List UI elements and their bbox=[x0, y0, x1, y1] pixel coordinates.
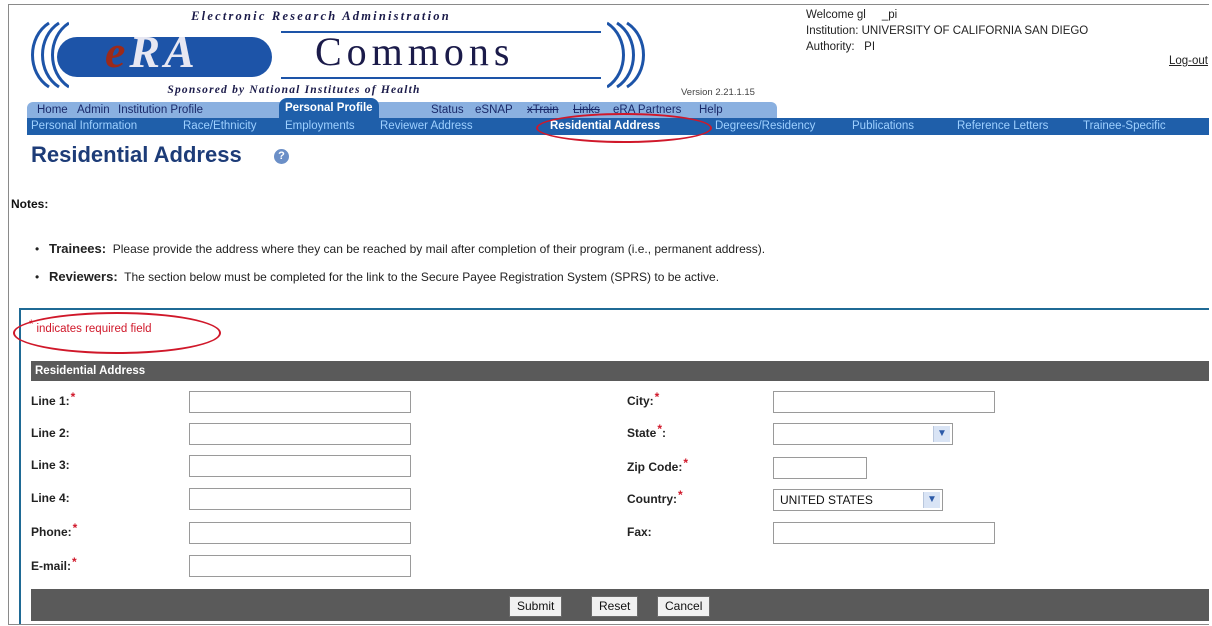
chevron-down-icon[interactable]: ▼ bbox=[933, 426, 950, 442]
required-asterisk: * bbox=[70, 390, 76, 404]
welcome-text: Welcome gl _pi bbox=[806, 9, 898, 21]
reset-button[interactable]: Reset bbox=[591, 596, 639, 617]
subtab-reviewer-address[interactable]: Reviewer Address bbox=[380, 119, 473, 134]
submit-button[interactable]: Submit bbox=[509, 596, 563, 617]
city-label: City:* bbox=[627, 390, 659, 408]
line4-input[interactable] bbox=[189, 488, 411, 510]
email-label-text: E-mail: bbox=[31, 559, 72, 573]
required-asterisk: * bbox=[29, 319, 34, 331]
phone-label: Phone:* bbox=[31, 521, 77, 539]
logo-era-text: eRA bbox=[105, 29, 199, 75]
line1-input[interactable] bbox=[189, 391, 411, 413]
line3-input[interactable] bbox=[189, 455, 411, 477]
tab-help[interactable]: Help bbox=[699, 103, 723, 117]
subtab-race-ethnicity[interactable]: Race/Ethnicity bbox=[183, 119, 257, 134]
subtab-reference-letters[interactable]: Reference Letters bbox=[957, 119, 1048, 134]
country-label: Country:* bbox=[627, 488, 683, 506]
country-label-text: Country: bbox=[627, 492, 677, 506]
line4-label: Line 4: bbox=[31, 491, 70, 505]
authority-text: Authority: PI bbox=[806, 41, 876, 53]
logo-era-ra: RA bbox=[129, 26, 199, 77]
country-select[interactable]: UNITED STATES ▼ bbox=[773, 489, 943, 511]
section-header: Residential Address bbox=[31, 361, 1209, 381]
required-asterisk: * bbox=[683, 456, 688, 470]
subtab-publications[interactable]: Publications bbox=[852, 119, 914, 134]
line1-label: Line 1:* bbox=[31, 390, 75, 408]
cancel-button[interactable]: Cancel bbox=[657, 596, 711, 617]
app-window: Electronic Research Administration eRA C… bbox=[8, 4, 1209, 625]
note-text: The section below must be completed for … bbox=[124, 270, 720, 284]
tab-admin[interactable]: Admin bbox=[77, 103, 110, 117]
user-info: Welcome gl _pi Institution: UNIVERSITY O… bbox=[806, 7, 1088, 55]
form-footer: Submit Reset Cancel bbox=[31, 589, 1209, 621]
required-asterisk: * bbox=[72, 521, 78, 535]
note-label: Reviewers: bbox=[49, 269, 118, 284]
state-label: State*: bbox=[627, 422, 667, 440]
help-icon[interactable]: ? bbox=[274, 149, 289, 164]
address-form-panel: * indicates required field Residential Ad… bbox=[13, 308, 1209, 624]
logo-era-e: e bbox=[105, 26, 130, 77]
sub-tab-bar: Personal Information Race/Ethnicity Empl… bbox=[27, 118, 1209, 135]
required-note-text: indicates required field bbox=[36, 323, 152, 335]
version-label: Version 2.21.1.15 bbox=[681, 87, 755, 98]
city-label-text: City: bbox=[627, 394, 654, 408]
note-label: Trainees: bbox=[49, 241, 107, 256]
note-trainees: • Trainees: Please provide the address wh… bbox=[35, 241, 765, 256]
line2-label: Line 2: bbox=[31, 426, 70, 440]
tab-institution-profile[interactable]: Institution Profile bbox=[118, 103, 203, 117]
zip-label: Zip Code:* bbox=[627, 456, 688, 474]
required-asterisk: * bbox=[657, 422, 663, 436]
phone-label-text: Phone: bbox=[31, 525, 72, 539]
email-label: E-mail:* bbox=[31, 555, 77, 573]
logo-tagline-top: Electronic Research Administration bbox=[191, 9, 451, 23]
line2-input[interactable] bbox=[189, 423, 411, 445]
required-field-note: * indicates required field bbox=[29, 319, 152, 335]
state-select[interactable]: ▼ bbox=[773, 423, 953, 445]
required-asterisk: * bbox=[678, 488, 683, 502]
state-label-text: State bbox=[627, 426, 657, 440]
logo-commons-text: Commons bbox=[315, 29, 515, 74]
zip-label-text: Zip Code: bbox=[627, 460, 683, 474]
tab-personal-profile[interactable]: Personal Profile bbox=[279, 98, 379, 118]
country-select-value: UNITED STATES bbox=[780, 493, 873, 507]
tab-esnap[interactable]: eSNAP bbox=[475, 103, 513, 117]
line1-label-text: Line 1: bbox=[31, 394, 70, 408]
institution-text: Institution: UNIVERSITY OF CALIFORNIA SA… bbox=[806, 25, 1089, 37]
fax-input[interactable] bbox=[773, 522, 995, 544]
logo-tagline-bottom: Sponsored by National Institutes of Heal… bbox=[167, 84, 421, 96]
right-swoosh-icon bbox=[607, 21, 645, 89]
main-tab-bar: Home Admin Institution Profile Personal … bbox=[27, 98, 777, 118]
notes-heading: Notes: bbox=[11, 197, 49, 211]
note-text: Please provide the address where they ca… bbox=[112, 242, 766, 256]
state-label-suffix: : bbox=[662, 426, 667, 440]
fax-label: Fax: bbox=[627, 525, 652, 539]
logo-line-bottom bbox=[281, 77, 601, 79]
required-asterisk: * bbox=[654, 390, 660, 404]
line3-label: Line 3: bbox=[31, 458, 70, 472]
zip-input[interactable] bbox=[773, 457, 867, 479]
tab-era-partners[interactable]: eRA Partners bbox=[613, 103, 681, 117]
subtab-personal-information[interactable]: Personal Information bbox=[31, 119, 137, 134]
tab-xtrain[interactable]: xTrain bbox=[527, 103, 559, 117]
chevron-down-icon[interactable]: ▼ bbox=[923, 492, 940, 508]
subtab-employments[interactable]: Employments bbox=[285, 119, 355, 134]
page-title: Residential Address bbox=[31, 142, 242, 167]
tab-status[interactable]: Status bbox=[431, 103, 464, 117]
era-commons-logo: Electronic Research Administration eRA C… bbox=[19, 7, 649, 103]
bullet-icon: • bbox=[35, 270, 40, 284]
subtab-trainee-specific[interactable]: Trainee-Specific bbox=[1083, 119, 1166, 134]
subtab-degrees-residency[interactable]: Degrees/Residency bbox=[715, 119, 815, 134]
bullet-icon: • bbox=[35, 242, 40, 256]
note-reviewers: • Reviewers: The section below must be co… bbox=[35, 269, 719, 284]
tab-links[interactable]: Links bbox=[573, 103, 600, 117]
email-input[interactable] bbox=[189, 555, 411, 577]
tab-home[interactable]: Home bbox=[37, 103, 68, 117]
phone-input[interactable] bbox=[189, 522, 411, 544]
city-input[interactable] bbox=[773, 391, 995, 413]
subtab-residential-address[interactable]: Residential Address bbox=[550, 119, 660, 134]
required-asterisk: * bbox=[72, 555, 77, 569]
logout-link[interactable]: Log-out bbox=[1169, 55, 1208, 67]
